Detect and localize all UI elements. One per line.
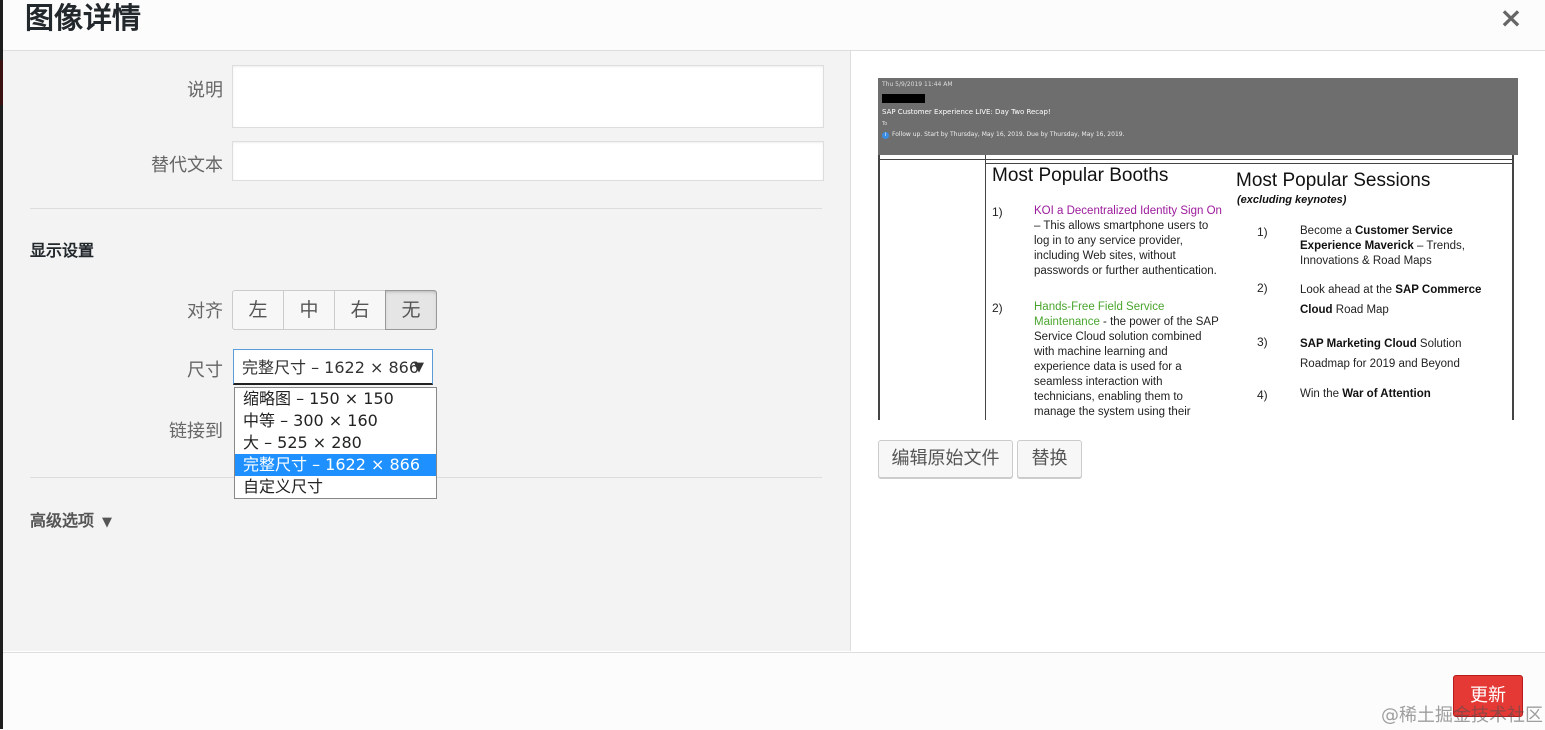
chevron-down-icon: ▼ bbox=[414, 360, 424, 375]
info-icon: i bbox=[882, 132, 889, 139]
sessions-subtitle: (excluding keynotes) bbox=[1237, 194, 1347, 206]
dialog-title: 图像详情 bbox=[25, 1, 142, 35]
email-header: Thu 5/9/2019 11:44 AM SAP Customer Exper… bbox=[878, 78, 1518, 155]
email-followup: i Follow up. Start by Thursday, May 16, 2… bbox=[882, 131, 1124, 139]
image-preview: Thu 5/9/2019 11:44 AM SAP Customer Exper… bbox=[878, 78, 1518, 420]
advanced-options-label: 高级选项 bbox=[30, 511, 95, 530]
email-subject: SAP Customer Experience LIVE: Day Two Re… bbox=[882, 108, 1051, 116]
align-right-button[interactable]: 右 bbox=[334, 290, 386, 330]
session-pre: Look ahead at the bbox=[1300, 284, 1396, 296]
session-item: Look ahead at the SAP Commerce Cloud Roa… bbox=[1300, 280, 1500, 320]
alt-text-input[interactable] bbox=[232, 141, 824, 181]
size-label: 尺寸 bbox=[187, 360, 223, 381]
email-date: Thu 5/9/2019 11:44 AM bbox=[882, 81, 953, 88]
session-bold: War of Attention bbox=[1342, 388, 1431, 400]
alt-text-label: 替代文本 bbox=[151, 155, 223, 176]
caption-textarea[interactable] bbox=[232, 65, 824, 128]
table-border bbox=[878, 155, 880, 420]
triangle-down-icon: ▼ bbox=[102, 515, 113, 530]
redacted-sender bbox=[882, 94, 925, 103]
session-number: 4) bbox=[1257, 388, 1268, 402]
session-number: 2) bbox=[1257, 281, 1268, 295]
booth-item: Hands-Free Field Service Maintenance - t… bbox=[1034, 300, 1220, 420]
size-option-large[interactable]: 大 – 525 × 280 bbox=[235, 432, 436, 454]
link-to-label: 链接到 bbox=[169, 421, 223, 442]
session-number: 3) bbox=[1257, 335, 1268, 349]
edit-original-button[interactable]: 编辑原始文件 bbox=[878, 440, 1013, 478]
replace-button[interactable]: 替换 bbox=[1017, 440, 1082, 478]
dialog-footer: 更新 @稀土掘金技术社区 bbox=[3, 652, 1545, 730]
table-border bbox=[880, 159, 1512, 160]
session-pre: Win the bbox=[1300, 388, 1343, 400]
booth-desc: – This allows smartphone users to log in… bbox=[1034, 220, 1217, 277]
close-icon[interactable]: × bbox=[1499, 4, 1523, 32]
booths-title: Most Popular Booths bbox=[992, 165, 1169, 186]
watermark: @稀土掘金技术社区 bbox=[1381, 705, 1543, 726]
size-select-value: 完整尺寸 – 1622 × 866 bbox=[242, 358, 420, 377]
display-settings-heading: 显示设置 bbox=[30, 241, 95, 260]
table-border bbox=[985, 155, 986, 420]
align-none-button[interactable]: 无 bbox=[385, 290, 437, 330]
size-option-full[interactable]: 完整尺寸 – 1622 × 866 bbox=[235, 454, 436, 476]
session-number: 1) bbox=[1257, 225, 1268, 239]
sessions-title: Most Popular Sessions bbox=[1236, 170, 1431, 191]
table-border bbox=[985, 163, 1512, 164]
session-bold: SAP Marketing Cloud bbox=[1300, 338, 1417, 350]
size-option-thumbnail[interactable]: 缩略图 – 150 × 150 bbox=[235, 388, 436, 410]
session-pre: Become a bbox=[1300, 225, 1355, 237]
size-select[interactable]: 完整尺寸 – 1622 × 866 ▼ bbox=[233, 349, 433, 385]
email-to: To bbox=[882, 121, 888, 127]
align-button-group: 左 中 右 无 bbox=[232, 290, 437, 330]
document-table: Most Popular Booths 1) KOI a Decentraliz… bbox=[878, 155, 1518, 420]
session-post: Road Map bbox=[1332, 304, 1389, 316]
booth-desc: - the power of the SAP Service Cloud sol… bbox=[1034, 316, 1219, 418]
size-option-medium[interactable]: 中等 – 300 × 160 bbox=[235, 410, 436, 432]
booth-item: KOI a Decentralized Identity Sign On – T… bbox=[1034, 204, 1224, 279]
table-border bbox=[1512, 155, 1514, 420]
settings-panel: 说明 替代文本 显示设置 对齐 左 中 右 无 尺寸 完整尺寸 – 1622 ×… bbox=[3, 51, 850, 651]
email-followup-text: Follow up. Start by Thursday, May 16, 20… bbox=[892, 131, 1125, 138]
session-item: SAP Marketing Cloud Solution Roadmap for… bbox=[1300, 334, 1500, 374]
size-dropdown-list: 缩略图 – 150 × 150 中等 – 300 × 160 大 – 525 ×… bbox=[234, 387, 437, 499]
section-divider bbox=[30, 208, 822, 209]
align-left-button[interactable]: 左 bbox=[232, 290, 284, 330]
align-center-button[interactable]: 中 bbox=[283, 290, 335, 330]
size-option-custom[interactable]: 自定义尺寸 bbox=[235, 476, 436, 498]
dialog-header: 图像详情 × bbox=[3, 0, 1545, 51]
booth-name: KOI a Decentralized Identity Sign On bbox=[1034, 205, 1222, 217]
session-item: Become a Customer Service Experience Mav… bbox=[1300, 224, 1500, 269]
preview-panel: Thu 5/9/2019 11:44 AM SAP Customer Exper… bbox=[850, 51, 1545, 651]
caption-label: 说明 bbox=[187, 80, 223, 101]
session-item: Win the War of Attention bbox=[1300, 387, 1500, 402]
align-label: 对齐 bbox=[187, 301, 223, 322]
booth-number: 1) bbox=[992, 205, 1003, 219]
advanced-options-toggle[interactable]: 高级选项 ▼ bbox=[30, 507, 112, 531]
booth-number: 2) bbox=[992, 301, 1003, 315]
